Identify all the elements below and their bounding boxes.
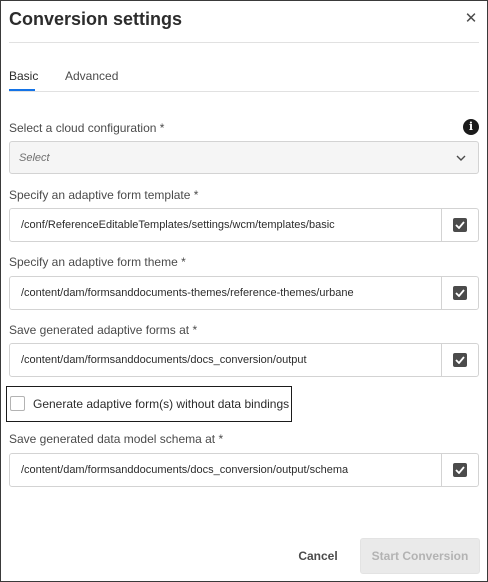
- save-forms-checkbox[interactable]: [441, 344, 478, 376]
- template-field: [9, 208, 479, 242]
- checkbox-checked: [453, 463, 467, 477]
- save-forms-input[interactable]: [10, 344, 440, 376]
- info-icon[interactable]: i: [463, 119, 479, 135]
- generate-without-bindings-label[interactable]: Generate adaptive form(s) without data b…: [33, 397, 289, 411]
- cloud-config-label: Select a cloud configuration *: [9, 121, 165, 135]
- save-forms-label: Save generated adaptive forms at *: [9, 323, 198, 337]
- save-forms-field: [9, 343, 479, 377]
- checkbox-checked: [453, 218, 467, 232]
- template-label: Specify an adaptive form template *: [9, 188, 199, 202]
- theme-label: Specify an adaptive form theme *: [9, 255, 186, 269]
- cloud-config-select[interactable]: Select: [9, 141, 479, 174]
- checkmark-icon: [455, 356, 465, 364]
- checkbox-checked: [453, 353, 467, 367]
- conversion-settings-dialog: Conversion settings ✕ Basic Advanced Sel…: [0, 0, 488, 582]
- cloud-config-placeholder: Select: [19, 152, 50, 164]
- tab-advanced[interactable]: Advanced: [65, 69, 118, 83]
- cancel-button[interactable]: Cancel: [283, 540, 353, 572]
- generate-without-bindings-option: Generate adaptive form(s) without data b…: [6, 386, 292, 422]
- chevron-down-icon: [456, 155, 466, 161]
- checkbox-checked: [453, 286, 467, 300]
- theme-checkbox[interactable]: [441, 277, 478, 309]
- theme-input[interactable]: [10, 277, 440, 309]
- close-icon[interactable]: ✕: [463, 11, 479, 27]
- theme-field: [9, 276, 479, 310]
- save-schema-input[interactable]: [10, 454, 440, 486]
- header-divider: [9, 42, 479, 43]
- start-conversion-button[interactable]: Start Conversion: [360, 538, 480, 574]
- tabs-divider: [9, 91, 479, 92]
- checkmark-icon: [455, 466, 465, 474]
- template-checkbox[interactable]: [441, 209, 478, 241]
- generate-without-bindings-checkbox[interactable]: [10, 396, 25, 411]
- save-schema-label: Save generated data model schema at *: [9, 432, 224, 446]
- dialog-title: Conversion settings: [9, 9, 183, 29]
- checkmark-icon: [455, 289, 465, 297]
- save-schema-checkbox[interactable]: [441, 454, 478, 486]
- save-schema-field: [9, 453, 479, 487]
- template-input[interactable]: [10, 209, 440, 241]
- tab-basic[interactable]: Basic: [9, 69, 38, 83]
- checkmark-icon: [455, 221, 465, 229]
